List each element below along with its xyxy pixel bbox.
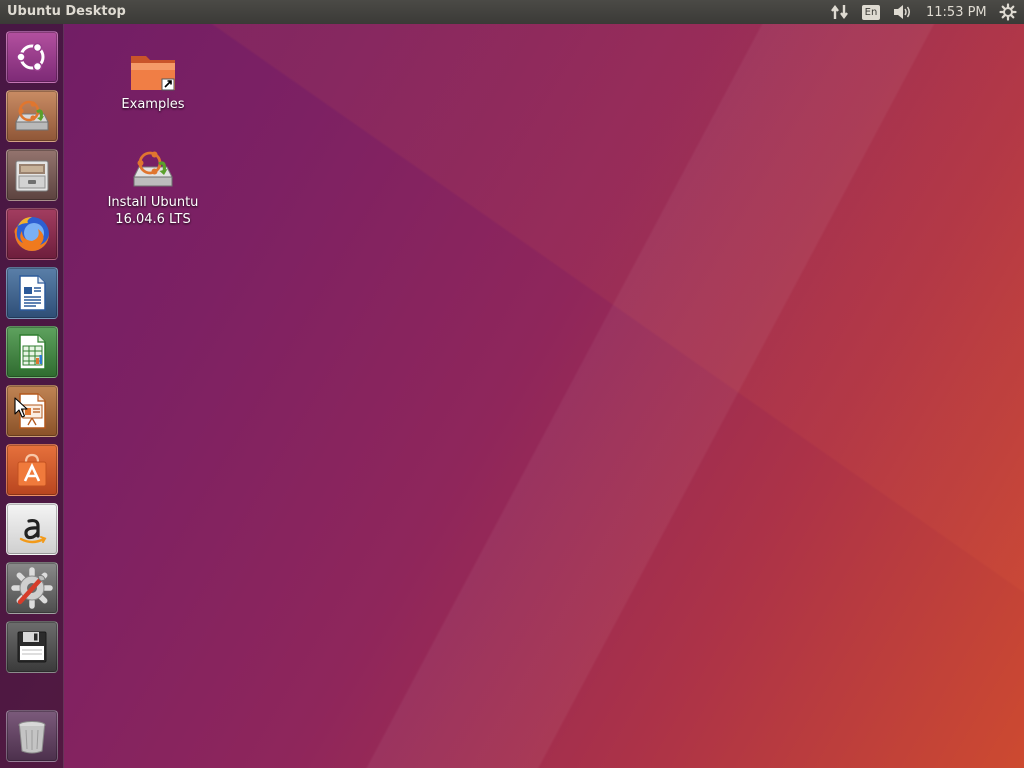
libreoffice-writer-icon xyxy=(19,275,46,311)
launcher-ubuntu-software[interactable] xyxy=(6,444,58,496)
libreoffice-calc-icon xyxy=(19,334,46,370)
session-gear-icon xyxy=(999,3,1017,21)
sound-indicator[interactable] xyxy=(891,0,915,24)
keyboard-layout-label: En xyxy=(861,4,881,20)
launcher-libreoffice-calc[interactable] xyxy=(6,326,58,378)
launcher-amazon[interactable] xyxy=(6,503,58,555)
desktop-icon-examples-image xyxy=(98,48,208,96)
folder-link-icon xyxy=(131,56,175,91)
network-icon xyxy=(831,5,848,19)
launcher-install-ubuntu[interactable] xyxy=(6,90,58,142)
libreoffice-impress-icon xyxy=(19,393,46,429)
sound-icon xyxy=(894,5,910,19)
floppy-disk-icon xyxy=(17,631,47,663)
desktop-icon-examples-label: Examples xyxy=(121,97,185,112)
clock[interactable]: 11:53 PM xyxy=(926,0,990,24)
launcher-system-settings[interactable] xyxy=(6,562,58,614)
desktop-icon-install-ubuntu-label-line2: 16.04.6 LTS xyxy=(115,212,191,227)
launcher-firefox[interactable] xyxy=(6,208,58,260)
desktop-icon-install-ubuntu-label-line1: Install Ubuntu xyxy=(107,195,199,210)
launcher-dash-button[interactable] xyxy=(6,31,58,83)
install-ubuntu-desktop-icon xyxy=(133,151,173,187)
keyboard-layout-indicator[interactable]: En xyxy=(860,0,882,24)
system-settings-icon xyxy=(11,567,53,609)
launcher-libreoffice-writer[interactable] xyxy=(6,267,58,319)
trash-icon xyxy=(18,721,46,754)
files-icon xyxy=(15,160,49,192)
launcher-files[interactable] xyxy=(6,149,58,201)
network-indicator[interactable] xyxy=(828,0,852,24)
desktop-icon-examples[interactable]: Examples xyxy=(98,48,208,113)
top-panel: Ubuntu Desktop En 11:53 PM xyxy=(0,0,1024,24)
launcher-floppy-disk[interactable] xyxy=(6,621,58,673)
launcher-trash[interactable] xyxy=(6,710,58,762)
ubuntu-software-icon xyxy=(17,453,47,487)
launcher-libreoffice-impress[interactable] xyxy=(6,385,58,437)
desktop-icon-install-ubuntu-image xyxy=(98,146,208,194)
desktop-icon-install-ubuntu[interactable]: Install Ubuntu 16.04.6 LTS xyxy=(98,146,208,228)
dash-ubuntu-icon xyxy=(16,42,45,72)
launcher xyxy=(0,24,64,768)
firefox-icon xyxy=(14,217,49,251)
amazon-icon xyxy=(19,518,47,544)
install-ubuntu-icon xyxy=(15,100,49,131)
window-title: Ubuntu Desktop xyxy=(7,4,126,19)
session-indicator[interactable] xyxy=(996,0,1020,24)
desktop-screen: Ubuntu Desktop En 11:53 PM Examples Inst… xyxy=(0,0,1024,768)
